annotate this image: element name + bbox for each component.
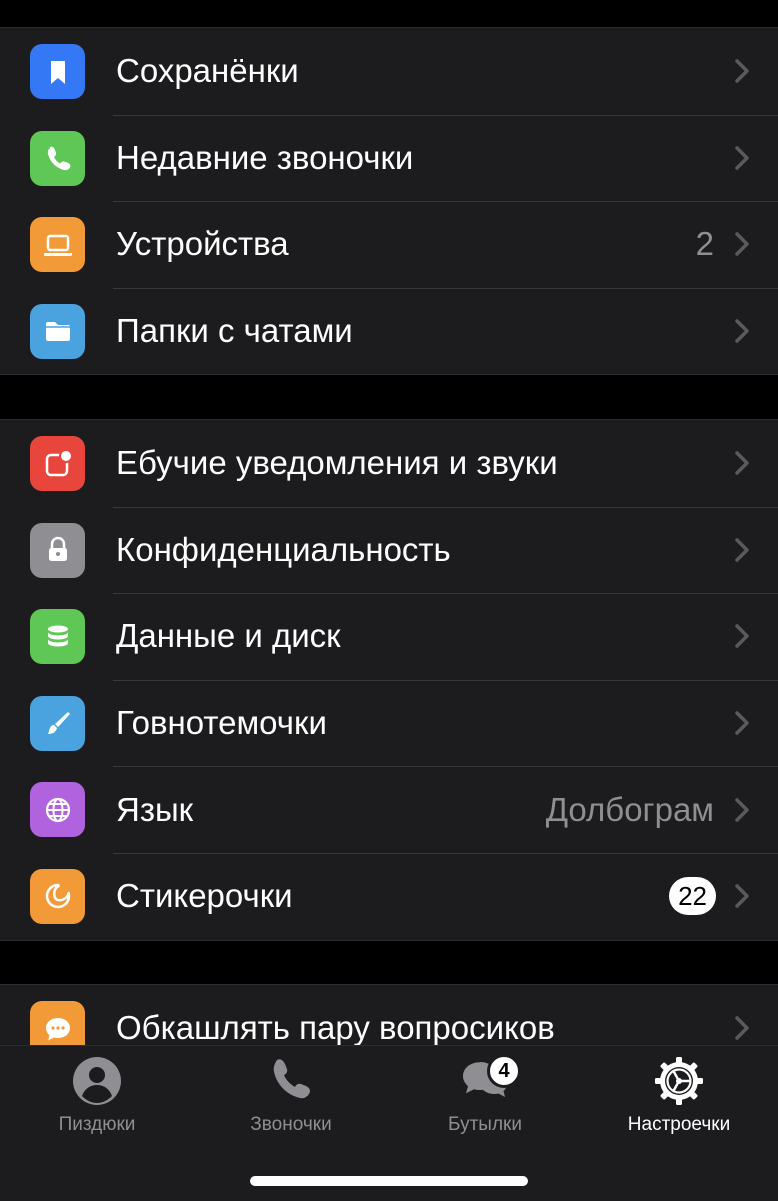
stickers-count-badge: 22 — [669, 877, 716, 916]
row-label: Недавние звоночки — [116, 138, 414, 176]
settings-group-3: Обкашлять пару вопросиков — [0, 984, 778, 1045]
row-chat-folders[interactable]: Папки с чатами — [0, 287, 778, 375]
settings-gear-icon — [655, 1057, 703, 1105]
chevron-right-icon — [735, 146, 749, 170]
row-ask-question[interactable]: Обкашлять пару вопросиков — [0, 985, 778, 1045]
chevron-right-icon — [735, 711, 749, 735]
tab-label: Пиздюки — [58, 1114, 136, 1135]
row-devices[interactable]: Устройства 2 — [0, 201, 778, 288]
language-value: Долбограм — [545, 790, 714, 828]
row-privacy[interactable]: Конфиденциальность — [0, 506, 778, 594]
chevron-right-icon — [735, 884, 749, 909]
lock-icon — [30, 522, 85, 578]
chevron-right-icon — [735, 232, 749, 257]
row-label: Данные и диск — [116, 617, 341, 655]
chats-unread-badge: 4 — [487, 1054, 521, 1088]
chevron-right-icon — [735, 59, 749, 84]
tab-contacts[interactable]: Пиздюки — [0, 1046, 194, 1156]
person-icon — [73, 1057, 121, 1105]
chevron-right-icon — [735, 624, 749, 649]
settings-group-1: Сохранёнки Недавние звоночки Устройства … — [0, 27, 778, 376]
phone-icon — [30, 130, 85, 186]
row-label: Говнотемочки — [116, 704, 327, 742]
folder-icon — [30, 303, 85, 359]
laptop-icon — [30, 217, 85, 273]
globe-icon — [30, 782, 85, 838]
notification-icon — [30, 436, 85, 491]
tab-label: Настроечки — [627, 1114, 731, 1135]
row-label: Ебучие уведомления и звуки — [116, 444, 558, 482]
row-label: Папки с чатами — [116, 312, 353, 350]
tab-label: Звоночки — [250, 1114, 332, 1135]
devices-count: 2 — [695, 225, 714, 263]
database-icon — [30, 609, 85, 665]
tab-settings[interactable]: Настроечки — [582, 1046, 776, 1156]
chevron-right-icon — [735, 1016, 749, 1041]
row-label: Конфиденциальность — [116, 530, 451, 568]
row-label: Обкашлять пару вопросиков — [116, 1009, 555, 1045]
brush-icon — [30, 695, 85, 751]
row-label: Устройства — [116, 225, 289, 263]
row-notifications[interactable]: Ебучие уведомления и звуки — [0, 420, 778, 507]
home-indicator[interactable] — [250, 1176, 528, 1186]
tab-chats[interactable]: 4 Бутылки — [388, 1046, 582, 1156]
chat-bubble-icon — [30, 1001, 85, 1045]
row-language[interactable]: Язык Долбограм — [0, 766, 778, 853]
sticker-icon — [30, 868, 85, 924]
chevron-right-icon — [735, 797, 749, 822]
row-recent-calls[interactable]: Недавние звоночки — [0, 114, 778, 202]
row-appearance[interactable]: Говнотемочки — [0, 679, 778, 767]
phone-icon — [273, 1059, 310, 1099]
chevron-right-icon — [735, 538, 749, 562]
settings-list[interactable]: Сохранёнки Недавние звоночки Устройства … — [0, 0, 778, 1045]
row-saved-messages[interactable]: Сохранёнки — [0, 28, 778, 115]
tab-label: Бутылки — [448, 1114, 522, 1135]
row-label: Язык — [116, 790, 194, 828]
row-label: Стикерочки — [116, 877, 293, 915]
tab-calls[interactable]: Звоночки — [194, 1046, 388, 1156]
row-stickers[interactable]: Стикерочки 22 — [0, 852, 778, 940]
settings-group-2: Ебучие уведомления и звуки Конфиденциаль… — [0, 419, 778, 941]
chevron-right-icon — [735, 451, 749, 476]
row-data-storage[interactable]: Данные и диск — [0, 593, 778, 680]
bookmark-icon — [30, 44, 85, 99]
row-label: Сохранёнки — [116, 52, 299, 90]
chevron-right-icon — [735, 319, 749, 343]
